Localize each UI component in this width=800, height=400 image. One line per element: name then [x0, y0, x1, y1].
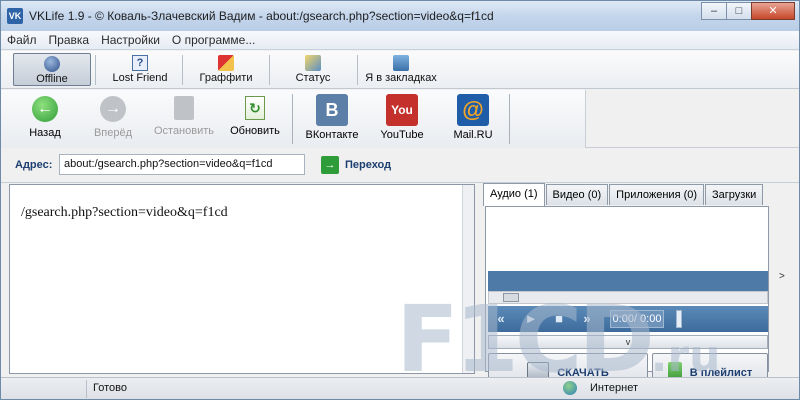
- youtube-logo-icon: You: [386, 94, 418, 126]
- window-controls: – □ ✕: [701, 2, 795, 20]
- pencil-icon: [305, 55, 321, 71]
- forward-button[interactable]: → Вперёд: [83, 92, 143, 146]
- stop-label: Остановить: [153, 125, 215, 137]
- forward-label: Вперёд: [93, 127, 133, 139]
- toolbar-divider: [95, 55, 96, 85]
- audio-player: « ► ■ » 0:00/ 0:00: [488, 306, 768, 332]
- bookmarks-label: Я в закладках: [365, 72, 437, 84]
- tab-apps[interactable]: Приложения (0): [609, 184, 705, 205]
- media-tabs: Аудио (1) Видео (0) Приложения (0) Загру…: [483, 183, 764, 206]
- address-bar: Адрес: about:/gsearch.php?section=video&…: [1, 149, 799, 183]
- minimize-button[interactable]: –: [701, 2, 727, 20]
- menu-settings[interactable]: Настройки: [101, 33, 160, 47]
- arrow-right-icon: →: [321, 156, 339, 174]
- menu-about[interactable]: О программе...: [172, 33, 255, 47]
- app-icon: VK: [7, 8, 23, 24]
- window-title: VKLife 1.9 - © Коваль-Злачевский Вадим -…: [29, 9, 494, 23]
- toolbar-divider: [182, 55, 183, 85]
- nav-divider: [509, 94, 510, 144]
- arrow-right-icon: →: [100, 96, 126, 122]
- tab-audio[interactable]: Аудио (1): [483, 183, 545, 206]
- status-bar: Готово Интернет: [1, 377, 799, 399]
- graffiti-label: Граффити: [199, 72, 253, 84]
- audio-tab-body: « ► ■ » 0:00/ 0:00 v СКАЧАТЬ В плейлист: [485, 206, 769, 393]
- rewind-icon[interactable]: «: [492, 311, 510, 327]
- back-button[interactable]: ← Назад: [15, 92, 75, 146]
- refresh-label: Обновить: [230, 125, 280, 137]
- globe-icon: [563, 381, 577, 395]
- menu-file[interactable]: Файл: [7, 33, 37, 47]
- bookmark-icon: [393, 55, 409, 71]
- playlist-selected-row[interactable]: [488, 271, 768, 291]
- mailru-button[interactable]: @ Mail.RU: [441, 92, 505, 146]
- scrollbar-thumb[interactable]: [503, 293, 519, 302]
- main-toolbar: Offline ? Lost Friend Граффити Статус Я …: [1, 51, 799, 89]
- refresh-icon: ↻: [245, 96, 265, 120]
- address-label: Адрес:: [15, 159, 53, 171]
- mailru-logo-icon: @: [457, 94, 489, 126]
- audio-playlist[interactable]: [488, 208, 768, 270]
- menu-bar: Файл Правка Настройки О программе...: [1, 31, 799, 50]
- close-button[interactable]: ✕: [751, 2, 795, 20]
- graffiti-button[interactable]: Граффити: [187, 53, 265, 86]
- paint-icon: [218, 55, 234, 71]
- title-bar: VK VKLife 1.9 - © Коваль-Злачевский Вади…: [1, 1, 799, 31]
- play-icon[interactable]: ►: [522, 311, 540, 327]
- toolbar-divider: [269, 55, 270, 85]
- youtube-label: YouTube: [380, 129, 424, 141]
- toolbar-divider: [357, 55, 358, 85]
- question-icon: ?: [132, 55, 148, 71]
- app-window: VK VKLife 1.9 - © Коваль-Злачевский Вади…: [0, 0, 800, 400]
- expand-toggle[interactable]: v: [488, 335, 768, 349]
- offline-button[interactable]: Offline: [13, 53, 91, 86]
- go-label: Переход: [345, 159, 392, 171]
- content-text: /gsearch.php?section=video&q=f1cd: [21, 205, 228, 220]
- status-button[interactable]: Статус: [273, 53, 353, 86]
- tab-downloads[interactable]: Загрузки: [705, 184, 764, 205]
- lost-friend-label: Lost Friend: [112, 72, 168, 84]
- status-text: Готово: [93, 382, 127, 394]
- zone-text: Интернет: [590, 382, 638, 394]
- media-panel: Аудио (1) Видео (0) Приложения (0) Загру…: [481, 183, 773, 393]
- menu-edit[interactable]: Правка: [49, 33, 90, 47]
- stop-button[interactable]: Остановить: [149, 92, 219, 146]
- lost-friend-button[interactable]: ? Lost Friend: [101, 53, 179, 86]
- nav-divider: [292, 94, 293, 144]
- stop-icon[interactable]: ■: [550, 311, 568, 327]
- mailru-label: Mail.RU: [453, 129, 493, 141]
- status-cell: [1, 380, 87, 398]
- playlist-scrollbar[interactable]: [488, 291, 768, 304]
- panel-collapse-arrow[interactable]: >: [779, 271, 785, 282]
- arrow-left-icon: ←: [32, 96, 58, 122]
- vkontakte-label: ВКонтакте: [305, 129, 359, 141]
- address-input[interactable]: about:/gsearch.php?section=video&q=f1cd: [59, 154, 305, 175]
- maximize-button[interactable]: □: [726, 2, 752, 20]
- bookmarks-button[interactable]: Я в закладках: [361, 53, 441, 86]
- refresh-button[interactable]: ↻ Обновить: [225, 92, 285, 146]
- vk-logo-icon: B: [316, 94, 348, 126]
- browser-content[interactable]: /gsearch.php?section=video&q=f1cd: [9, 184, 475, 374]
- volume-slider[interactable]: [676, 310, 682, 328]
- youtube-button[interactable]: You YouTube: [371, 92, 433, 146]
- time-display: 0:00/ 0:00: [610, 310, 664, 328]
- tab-video[interactable]: Видео (0): [545, 184, 609, 205]
- nav-toolbar: ← Назад → Вперёд Остановить ↻ Обновить B…: [1, 90, 799, 148]
- vkontakte-button[interactable]: B ВКонтакте: [301, 92, 363, 146]
- back-label: Назад: [29, 127, 61, 139]
- go-button[interactable]: → Переход: [321, 155, 391, 175]
- fast-forward-icon[interactable]: »: [578, 311, 596, 327]
- content-scrollbar[interactable]: [462, 185, 474, 373]
- globe-icon: [44, 56, 60, 72]
- stop-icon: [174, 96, 194, 120]
- status-label: Статус: [295, 72, 331, 84]
- offline-label: Offline: [36, 73, 68, 85]
